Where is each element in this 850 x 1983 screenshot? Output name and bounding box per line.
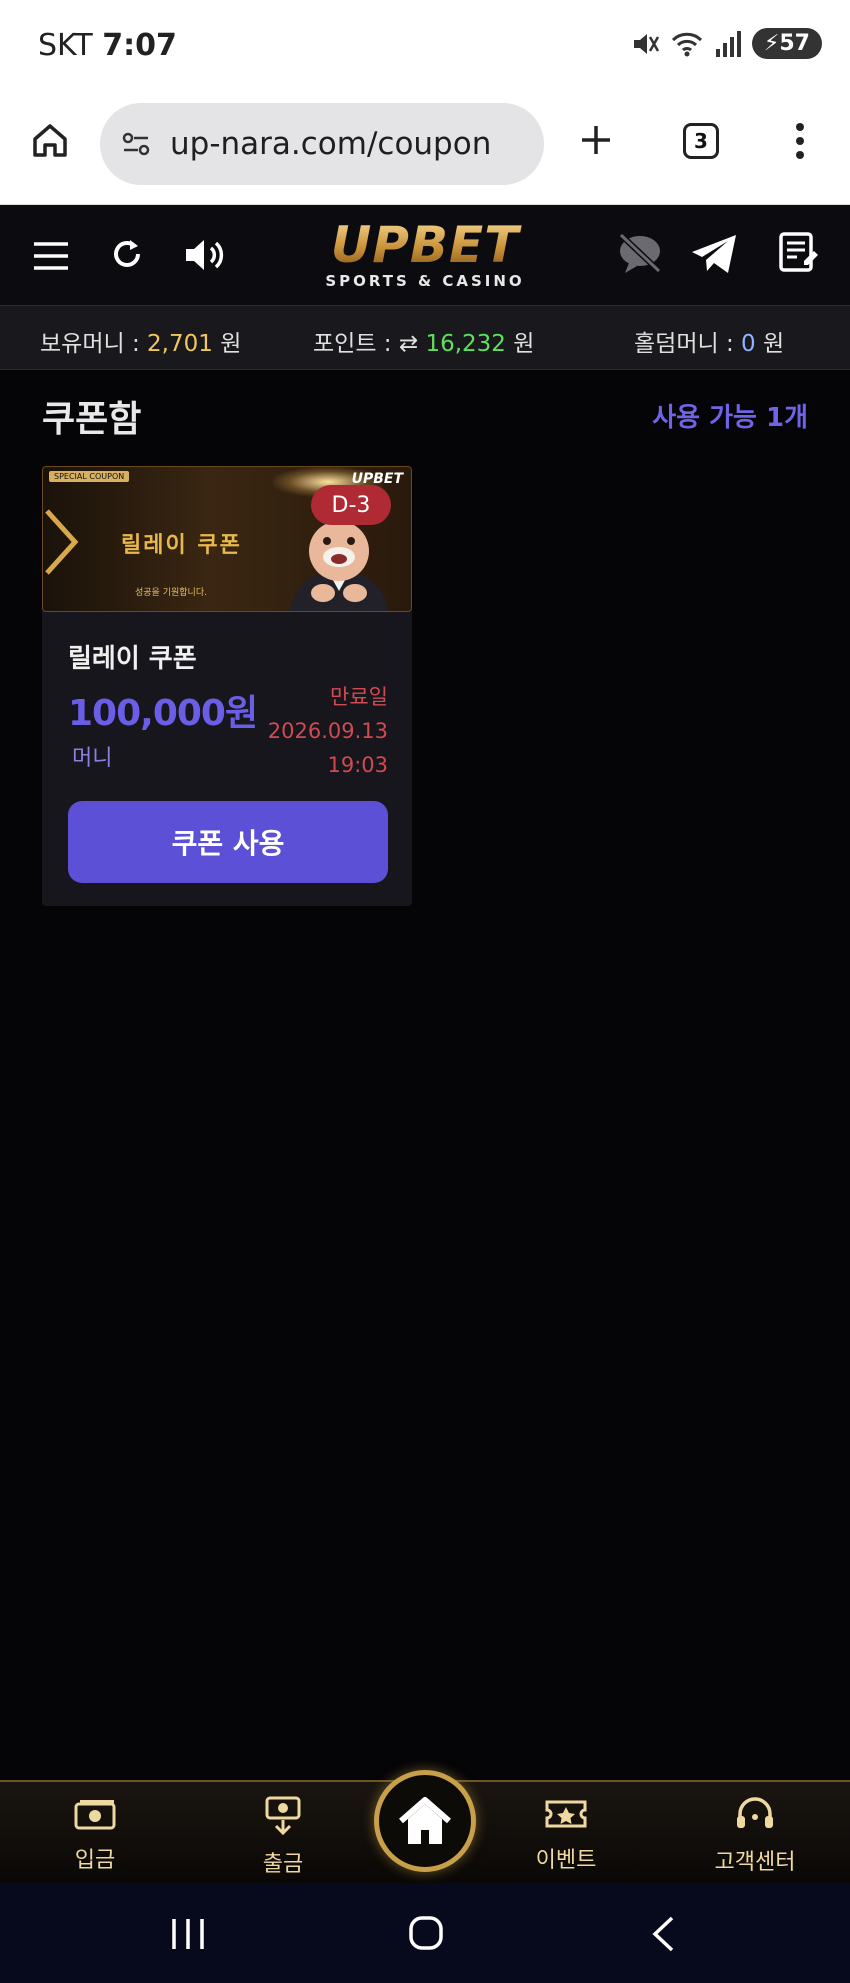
site-settings-icon[interactable]: [120, 128, 152, 160]
android-nav-bar: [0, 1883, 850, 1983]
available-count: 사용 가능 1개: [652, 403, 808, 433]
chevron-right-icon: [45, 509, 79, 575]
status-bar: SKT 7:07 ⚡57: [0, 0, 850, 95]
status-time-carrier: SKT 7:07: [38, 28, 177, 63]
battery-indicator: ⚡57: [751, 28, 822, 59]
logo-text: UPBET: [310, 220, 540, 270]
carrier-label: SKT: [38, 28, 93, 63]
point-balance[interactable]: 포인트 : ⇄ 16,232 원: [313, 324, 534, 358]
holdem-balance: 홀덤머니 : 0 원: [634, 324, 784, 358]
coupon-banner: SPECIAL COUPON 릴레이 쿠폰 성공을 기원합니다. UPBET D…: [42, 466, 412, 612]
upbet-logo[interactable]: UPBET SPORTS & CASINO: [310, 220, 540, 290]
home-icon[interactable]: [30, 120, 70, 160]
expiry-time: 19:03: [327, 753, 388, 777]
point-unit: 원: [513, 331, 535, 357]
holdem-value: 0: [741, 331, 756, 357]
coupon-card: SPECIAL COUPON 릴레이 쿠폰 성공을 기원합니다. UPBET D…: [42, 466, 412, 906]
status-icons: ⚡57: [630, 28, 822, 59]
chat-off-icon[interactable]: [615, 231, 665, 277]
browser-toolbar: up-nara.com/coupon 3: [0, 95, 850, 205]
sound-icon[interactable]: [183, 235, 233, 275]
banner-title: 릴레이 쿠폰: [121, 533, 242, 558]
wifi-icon: [671, 32, 702, 56]
nav-support[interactable]: 고객센터: [685, 1796, 825, 1876]
deposit-icon: [74, 1800, 116, 1830]
swap-icon[interactable]: ⇄: [399, 331, 418, 357]
point-label: 포인트 :: [313, 331, 392, 357]
coupon-expiry: 만료일 2026.09.13 19:03: [268, 680, 388, 782]
nav-withdraw-label: 출금: [262, 1852, 304, 1877]
logo-subtitle: SPORTS & CASINO: [325, 272, 525, 290]
address-bar[interactable]: up-nara.com/coupon: [100, 103, 544, 185]
recent-apps-icon[interactable]: [170, 1917, 206, 1951]
holdem-label: 홀덤머니 :: [634, 331, 734, 357]
headset-icon: [737, 1797, 773, 1828]
balance-bar: 보유머니 : 2,701 원 포인트 : ⇄ 16,232 원 홀덤머니 : 0…: [0, 305, 850, 370]
special-coupon-tag: SPECIAL COUPON: [49, 471, 130, 482]
tab-switcher-button[interactable]: 3: [683, 123, 719, 159]
home-icon: [399, 1797, 451, 1844]
tab-count: 3: [694, 129, 708, 153]
point-value: 16,232: [425, 331, 506, 357]
days-left-badge: D-3: [311, 485, 391, 525]
coupon-name: 릴레이 쿠폰: [68, 644, 197, 674]
nav-event-label: 이벤트: [535, 1848, 597, 1873]
notice-board-icon[interactable]: [778, 231, 820, 275]
money-label: 보유머니 :: [40, 331, 140, 357]
banner-subtitle: 성공을 기원합니다.: [135, 588, 207, 598]
nav-event[interactable]: 이벤트: [496, 1796, 636, 1874]
clock: 7:07: [102, 28, 177, 63]
more-menu-icon[interactable]: [785, 121, 815, 161]
home-button[interactable]: [374, 1770, 476, 1872]
money-value: 2,701: [147, 331, 213, 357]
signal-icon: [715, 30, 741, 57]
nav-deposit-label: 입금: [74, 1848, 116, 1873]
telegram-icon[interactable]: [690, 233, 738, 275]
url-text[interactable]: up-nara.com/coupon: [170, 126, 491, 162]
money-balance: 보유머니 : 2,701 원: [40, 324, 241, 358]
coupon-amount: 100,000원: [68, 693, 258, 734]
new-tab-icon[interactable]: [578, 122, 614, 158]
page-title: 쿠폰함: [42, 399, 142, 440]
nav-deposit[interactable]: 입금: [25, 1796, 165, 1874]
battery-level: 57: [779, 31, 810, 56]
refresh-icon[interactable]: [108, 235, 146, 273]
event-ticket-icon: [545, 1800, 587, 1828]
nav-withdraw[interactable]: 출금: [213, 1796, 353, 1878]
expiry-label: 만료일: [330, 685, 388, 709]
use-coupon-button[interactable]: 쿠폰 사용: [68, 801, 388, 883]
back-icon[interactable]: [650, 1915, 676, 1953]
money-unit: 원: [220, 331, 242, 357]
withdraw-icon: [265, 1796, 301, 1836]
nav-support-label: 고객센터: [714, 1850, 796, 1875]
expiry-date: 2026.09.13: [267, 719, 388, 743]
mute-icon: [633, 33, 660, 54]
coupon-type: 머니: [72, 746, 113, 771]
site-header: UPBET SPORTS & CASINO: [0, 205, 850, 305]
holdem-unit: 원: [762, 331, 785, 357]
android-home-icon[interactable]: [408, 1915, 444, 1951]
hamburger-menu-icon[interactable]: [32, 241, 70, 271]
